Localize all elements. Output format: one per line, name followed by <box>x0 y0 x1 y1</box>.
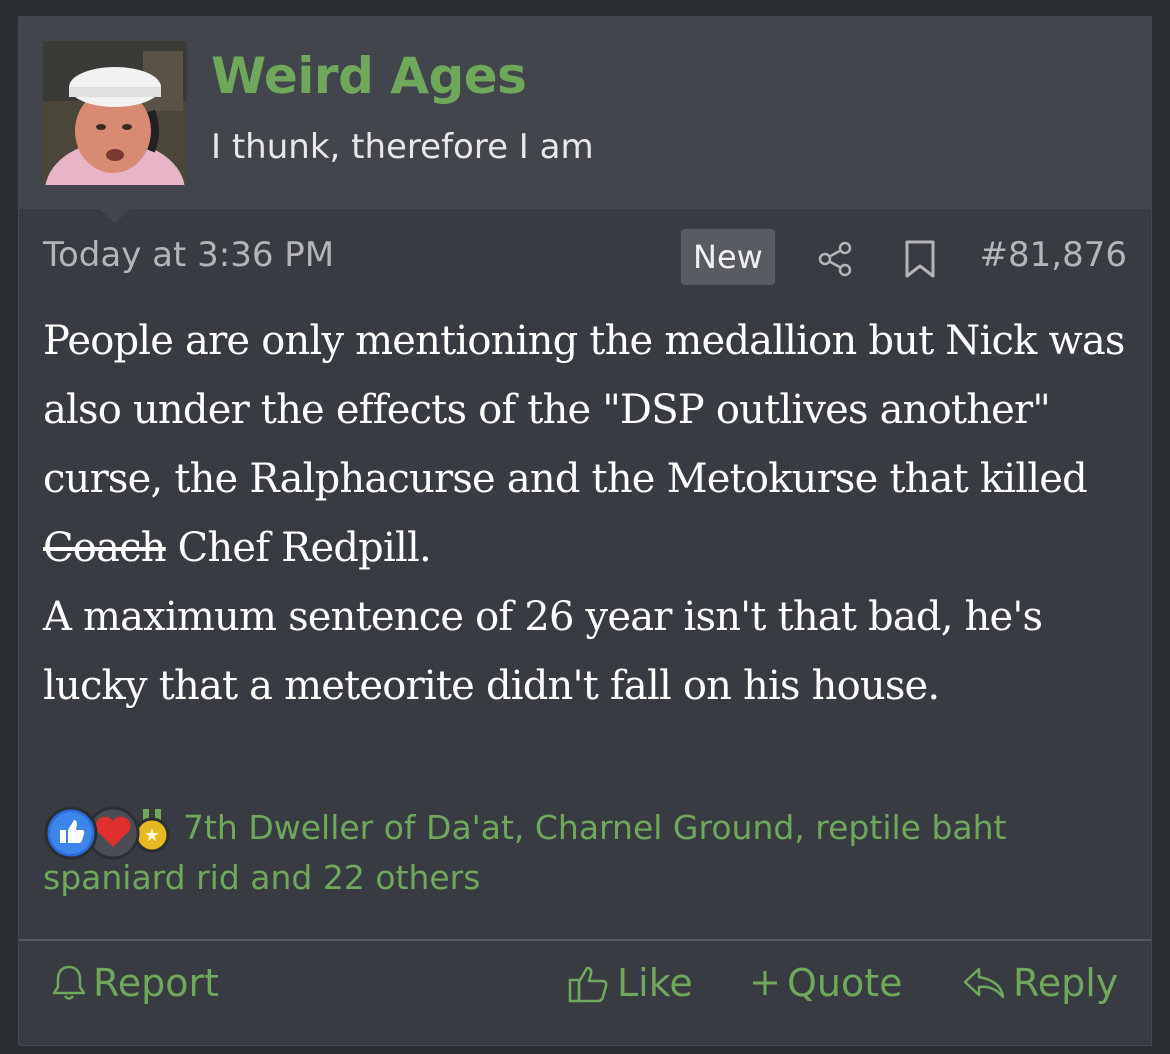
quote-button[interactable]: Quote <box>749 961 903 1005</box>
bell-icon <box>52 965 86 1000</box>
header-arrow <box>99 209 131 223</box>
bookmark-icon[interactable] <box>903 239 937 279</box>
report-button[interactable]: Report <box>51 961 219 1005</box>
like-button[interactable]: Like <box>567 961 693 1005</box>
post-container: Weird Ages I thunk, therefore I am Today… <box>18 16 1152 1046</box>
reply-icon <box>963 967 1005 999</box>
new-badge: New <box>681 229 775 285</box>
post-body: People are only mentioning the medallion… <box>43 307 1133 721</box>
username[interactable]: Weird Ages <box>211 47 527 105</box>
footer-divider <box>19 939 1151 941</box>
post-number[interactable]: #81,876 <box>980 235 1127 275</box>
report-label: Report <box>93 961 219 1005</box>
like-label: Like <box>617 961 693 1005</box>
reply-button[interactable]: Reply <box>961 961 1118 1005</box>
post-body-text-2: A maximum sentence of 26 year isn't that… <box>43 594 1043 709</box>
post-date[interactable]: Today at 3:36 PM <box>43 235 334 275</box>
post-body-text: People are only mentioning the medallion… <box>43 318 1125 502</box>
plus-icon <box>753 971 777 995</box>
struck-text: Coach <box>43 525 167 571</box>
share-icon[interactable] <box>815 239 855 279</box>
avatar[interactable] <box>43 41 187 185</box>
quote-label: Quote <box>787 961 903 1005</box>
reply-label: Reply <box>1013 961 1119 1005</box>
avatar-image <box>43 41 187 185</box>
reaction-users[interactable]: 7th Dweller of Da'at, Charnel Ground, re… <box>43 803 1103 903</box>
post-header: Weird Ages I thunk, therefore I am <box>19 17 1151 209</box>
post-body-text-end: Chef Redpill. <box>165 525 432 571</box>
thumbs-up-icon <box>568 966 608 1003</box>
user-title: I thunk, therefore I am <box>211 127 594 167</box>
